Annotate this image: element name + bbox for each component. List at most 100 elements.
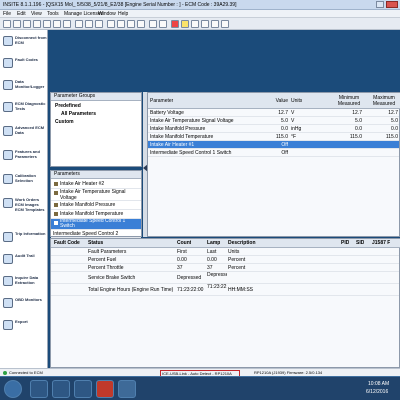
list-item[interactable]: Intake Air Temperature Signal Voltage bbox=[51, 189, 141, 201]
menu-window[interactable]: Window bbox=[98, 11, 116, 17]
table-row-selected[interactable]: Intake Air Heater #1 Off bbox=[148, 141, 399, 149]
menu-tools[interactable]: Tools bbox=[47, 11, 59, 17]
sidebar-item-diagnostic-tests[interactable]: ECM Diagnostic Tests bbox=[1, 98, 47, 118]
sidebar-item-audit-trail[interactable]: Audit Trail bbox=[1, 250, 47, 270]
sidebar-item-data-monitor[interactable]: Data Monitor/Logger bbox=[1, 76, 47, 96]
table-row[interactable]: Total Engine Hours (Engine Run Time) 71:… bbox=[51, 284, 399, 296]
col-count[interactable]: Count bbox=[177, 240, 191, 246]
toolbar-paste-icon[interactable] bbox=[63, 20, 71, 28]
close-button[interactable] bbox=[386, 1, 398, 8]
group-predefined[interactable]: Predefined bbox=[55, 103, 81, 109]
menu-view[interactable]: View bbox=[31, 11, 42, 17]
taskbar-app-icon[interactable] bbox=[118, 380, 136, 398]
list-item[interactable]: Intermediate Speed Control 2 bbox=[51, 230, 141, 238]
toolbar-record-icon[interactable] bbox=[171, 20, 179, 28]
taskbar-media-icon[interactable] bbox=[74, 380, 92, 398]
sidebar-item-export[interactable]: Export bbox=[1, 316, 47, 336]
table-row[interactable]: Service Brake Switch Depressed Depressed bbox=[51, 272, 399, 284]
cell-lamp: 71:23:22:00 bbox=[207, 284, 227, 290]
table-row[interactable]: Percent Throttle 37 37 Percent bbox=[51, 264, 399, 272]
menu-edit[interactable]: Edit bbox=[17, 11, 26, 17]
sidebar-item-disconnect[interactable]: Disconnect from ECM bbox=[1, 32, 47, 52]
col-parameter[interactable]: Parameter bbox=[150, 98, 173, 104]
toolbar-stop-icon[interactable] bbox=[201, 20, 209, 28]
cell-lamp: 0.00 bbox=[207, 257, 217, 263]
col-maximum[interactable]: Maximum Measured bbox=[368, 95, 400, 107]
col-units[interactable]: Units bbox=[291, 98, 302, 104]
cell-units: inHg bbox=[291, 126, 302, 132]
toolbar-graph-icon[interactable] bbox=[107, 20, 115, 28]
toolbar-open-icon[interactable] bbox=[13, 20, 21, 28]
group-all-parameters[interactable]: All Parameters bbox=[61, 111, 96, 117]
sidebar-item-advanced-data[interactable]: Advanced ECM Data bbox=[1, 122, 47, 142]
toolbar-refresh-icon[interactable] bbox=[85, 20, 93, 28]
list-item[interactable]: Intake Air Heater #2 bbox=[51, 180, 141, 189]
toolbar-settings-icon[interactable] bbox=[137, 20, 145, 28]
col-j1587[interactable]: J1587 F bbox=[372, 240, 390, 246]
toolbar-print-icon[interactable] bbox=[33, 20, 41, 28]
table-row[interactable]: Intake Manifold Pressure 0.0 inHg 0.0 0.… bbox=[148, 125, 399, 133]
window-title: INSITE 8.1.1.196 - [QSX15 Mol_ 5/5/38_5/… bbox=[3, 2, 237, 8]
col-minimum[interactable]: Minimum Measured bbox=[334, 95, 364, 107]
sidebar-item-fault-codes[interactable]: Fault Codes bbox=[1, 54, 47, 74]
menu-file[interactable]: File bbox=[3, 11, 11, 17]
cell-lamp: 37 bbox=[207, 265, 213, 271]
toolbar-table-icon[interactable] bbox=[117, 20, 125, 28]
col-sid[interactable]: SID bbox=[356, 240, 364, 246]
table-row[interactable]: Intake Manifold Temperature 115.0 °F 115… bbox=[148, 133, 399, 141]
menu-help[interactable]: Help bbox=[118, 11, 128, 17]
col-pid[interactable]: PID bbox=[341, 240, 349, 246]
toolbar-zoom-icon[interactable] bbox=[159, 20, 167, 28]
connected-icon bbox=[3, 371, 7, 375]
list-item[interactable]: Intake Manifold Pressure bbox=[51, 201, 141, 210]
col-description[interactable]: Description bbox=[228, 240, 256, 246]
sidebar-item-obd-monitors[interactable]: OBD Monitors bbox=[1, 294, 47, 314]
window-title-bar: INSITE 8.1.1.196 - [QSX15 Mol_ 5/5/38_5/… bbox=[0, 0, 400, 10]
sidebar-item-label: Audit Trail bbox=[15, 253, 35, 258]
toolbar-new-icon[interactable] bbox=[3, 20, 11, 28]
toolbar-cut-icon[interactable] bbox=[43, 20, 51, 28]
toolbar-find-icon[interactable] bbox=[95, 20, 103, 28]
col-status[interactable]: Status bbox=[88, 240, 103, 246]
sidebar-item-features[interactable]: Features and Parameters bbox=[1, 146, 47, 166]
clock-time[interactable]: 10:08 AM bbox=[368, 381, 389, 387]
toolbar-copy-icon[interactable] bbox=[53, 20, 61, 28]
sidebar-item-calibration[interactable]: Calibration Selection bbox=[1, 170, 47, 190]
table-row[interactable]: Percent Fuel 0.00 0.00 Percent bbox=[51, 256, 399, 264]
sidebar-item-label: Work Orders ECM Images ECM Templates bbox=[15, 197, 45, 212]
toolbar-play-icon[interactable] bbox=[211, 20, 219, 28]
list-item[interactable]: Intake Manifold Temperature bbox=[51, 210, 141, 219]
taskbar: 10:08 AM 6/12/2016 bbox=[0, 376, 400, 400]
cell-parameter: Intake Air Heater #1 bbox=[150, 142, 195, 148]
table-header: Parameter Value Units Minimum Measured M… bbox=[148, 93, 400, 109]
list-item-selected[interactable]: Intermediate Speed Control 1 Switch bbox=[51, 219, 141, 230]
col-fault-code[interactable]: Fault Code bbox=[54, 240, 80, 246]
table-row[interactable]: Fault Parameters First Last Units bbox=[51, 248, 399, 256]
col-lamp[interactable]: Lamp bbox=[207, 240, 220, 246]
cell-maximum: 5.0 bbox=[391, 118, 398, 124]
toolbar-export-icon[interactable] bbox=[221, 20, 229, 28]
sidebar-item-inquire[interactable]: Inquire Data Extraction bbox=[1, 272, 47, 292]
toolbar-tools-icon[interactable] bbox=[149, 20, 157, 28]
group-custom[interactable]: Custom bbox=[55, 119, 74, 125]
advanced-icon bbox=[3, 126, 13, 136]
toolbar-save-icon[interactable] bbox=[23, 20, 31, 28]
table-row[interactable]: Intake Air Temperature Signal Voltage 5.… bbox=[148, 117, 399, 125]
taskbar-explorer-icon[interactable] bbox=[52, 380, 70, 398]
taskbar-ie-icon[interactable] bbox=[30, 380, 48, 398]
col-value[interactable]: Value bbox=[271, 98, 288, 104]
clock-date[interactable]: 6/12/2016 bbox=[366, 389, 388, 395]
sidebar-item-trip-information[interactable]: Trip Information bbox=[1, 228, 47, 248]
cell-status: Service Brake Switch bbox=[88, 275, 136, 281]
toolbar-connect-icon[interactable] bbox=[75, 20, 83, 28]
toolbar-bookmark-icon[interactable] bbox=[181, 20, 189, 28]
sidebar-item-work-orders[interactable]: Work Orders ECM Images ECM Templates bbox=[1, 194, 47, 218]
table-row[interactable]: Intermediate Speed Control 1 Switch Off bbox=[148, 149, 399, 157]
start-button[interactable] bbox=[4, 380, 22, 398]
toolbar-pause-icon[interactable] bbox=[191, 20, 199, 28]
minimize-button[interactable] bbox=[376, 1, 384, 8]
toolbar-log-icon[interactable] bbox=[127, 20, 135, 28]
fault-icon bbox=[3, 58, 13, 68]
taskbar-insite-icon[interactable] bbox=[96, 380, 114, 398]
table-row[interactable]: Battery Voltage 12.7 V 12.7 12.7 bbox=[148, 109, 399, 117]
